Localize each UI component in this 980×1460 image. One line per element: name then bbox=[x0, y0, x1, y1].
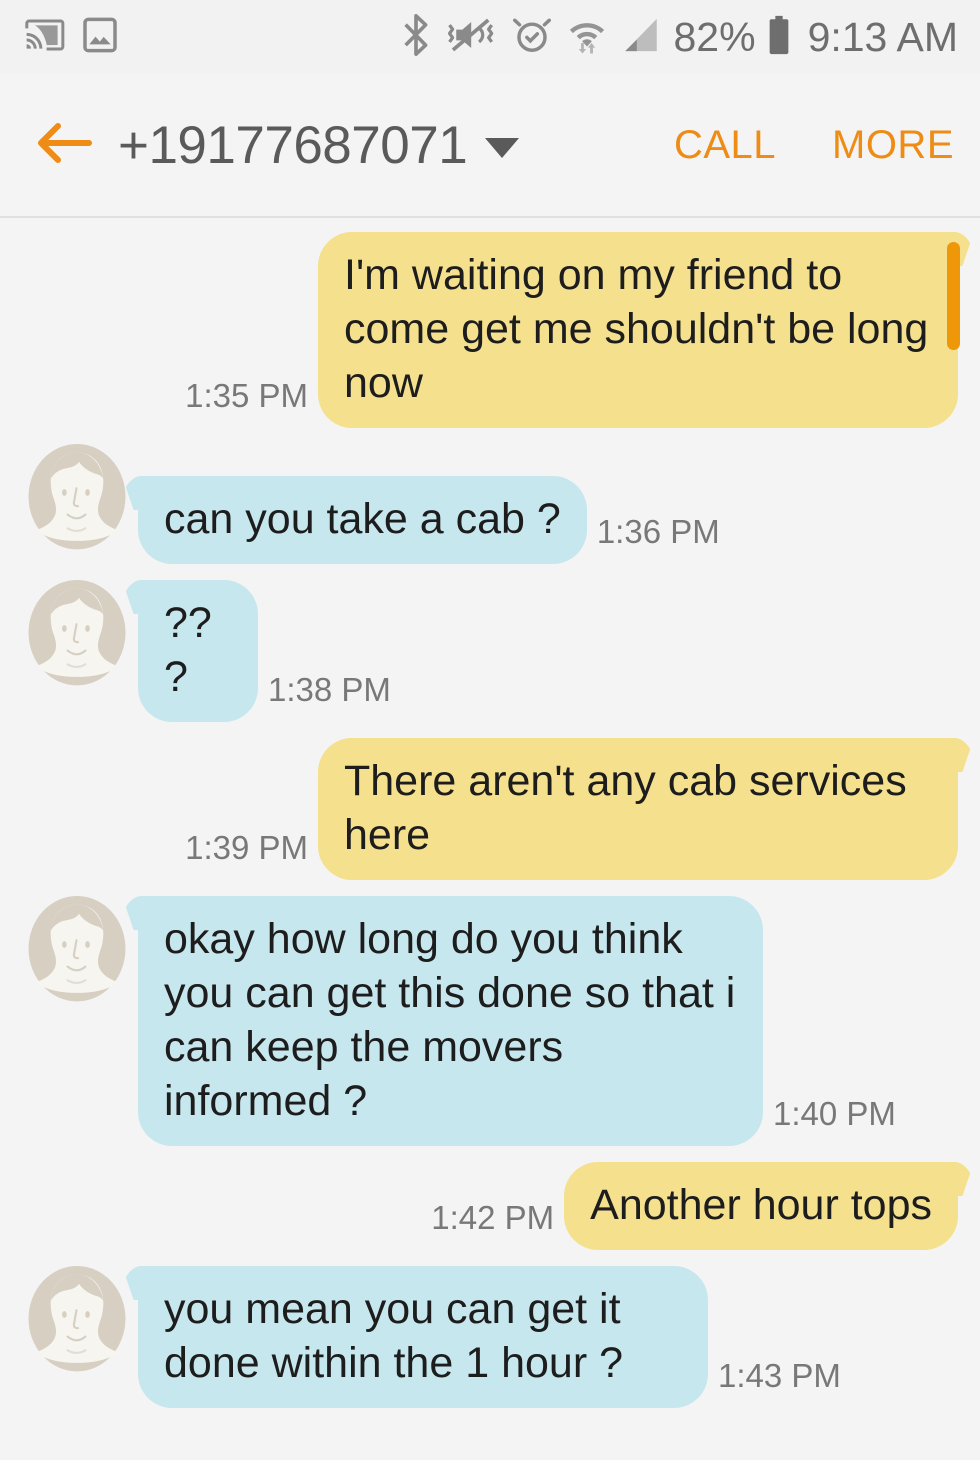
call-button[interactable]: CALL bbox=[674, 123, 776, 168]
messages-container: 1:35 PM I'm waiting on my friend to come … bbox=[0, 232, 980, 1408]
bluetooth-icon bbox=[400, 12, 432, 63]
message-bubble-incoming[interactable]: okay how long do you think you can get t… bbox=[138, 896, 763, 1146]
status-bar: 82% 9:13 AM bbox=[0, 0, 980, 74]
message-bubble-outgoing[interactable]: I'm waiting on my friend to come get me … bbox=[318, 232, 958, 428]
vibrate-mute-icon bbox=[444, 12, 498, 63]
message-row[interactable]: you mean you can get it done within the … bbox=[0, 1266, 980, 1408]
message-row[interactable]: ??? 1:38 PM bbox=[0, 580, 980, 722]
message-timestamp: 1:38 PM bbox=[268, 671, 391, 708]
message-row[interactable]: 1:42 PM Another hour tops bbox=[0, 1162, 980, 1250]
message-bubble-incoming[interactable]: can you take a cab ? bbox=[138, 476, 587, 564]
cast-icon bbox=[24, 14, 66, 61]
message-list[interactable]: 1:35 PM I'm waiting on my friend to come … bbox=[0, 218, 980, 1460]
chevron-down-icon bbox=[485, 138, 520, 158]
message-timestamp: 1:36 PM bbox=[596, 513, 720, 550]
back-arrow-icon bbox=[35, 116, 95, 175]
signal-bars-icon bbox=[620, 12, 662, 63]
message-bubble-outgoing[interactable]: There aren't any cab services here bbox=[318, 738, 958, 880]
message-timestamp: 1:35 PM bbox=[185, 377, 308, 414]
more-button[interactable]: MORE bbox=[832, 123, 954, 168]
message-bubble-outgoing[interactable]: Another hour tops bbox=[564, 1162, 958, 1250]
clock-label: 9:13 AM bbox=[807, 13, 958, 60]
status-bar-right-icons: 82% 9:13 AM bbox=[400, 12, 958, 63]
avatar bbox=[24, 580, 130, 698]
battery-percent-label: 82% bbox=[673, 13, 756, 60]
message-timestamp: 1:40 PM bbox=[773, 1095, 896, 1132]
message-row[interactable]: 1:39 PM There aren't any cab services her… bbox=[0, 738, 980, 880]
message-row[interactable]: okay how long do you think you can get t… bbox=[0, 896, 980, 1146]
status-bar-left-icons bbox=[24, 14, 120, 61]
page-title: +19177687071 bbox=[118, 115, 468, 175]
message-bubble-incoming[interactable]: you mean you can get it done within the … bbox=[138, 1266, 708, 1408]
message-timestamp: 1:39 PM bbox=[185, 829, 308, 866]
thread-title-button[interactable]: +19177687071 bbox=[118, 115, 520, 176]
conversation-header: +19177687071 CALL MORE bbox=[0, 74, 980, 218]
screenshot-image-icon bbox=[80, 14, 120, 61]
alarm-icon bbox=[510, 12, 554, 63]
avatar bbox=[24, 896, 130, 1014]
wifi-data-icon bbox=[566, 12, 608, 63]
avatar bbox=[24, 444, 130, 562]
message-timestamp: 1:43 PM bbox=[718, 1357, 841, 1394]
message-timestamp: 1:42 PM bbox=[431, 1199, 555, 1236]
message-row[interactable]: 1:35 PM I'm waiting on my friend to come … bbox=[0, 232, 980, 428]
header-actions: CALL MORE bbox=[674, 123, 954, 168]
back-button[interactable] bbox=[34, 114, 96, 176]
message-bubble-incoming[interactable]: ??? bbox=[138, 580, 258, 722]
avatar bbox=[24, 1266, 130, 1384]
message-row[interactable]: can you take a cab ? 1:36 PM bbox=[0, 444, 980, 564]
scrollbar-thumb[interactable] bbox=[947, 242, 960, 350]
battery-icon bbox=[766, 13, 792, 62]
